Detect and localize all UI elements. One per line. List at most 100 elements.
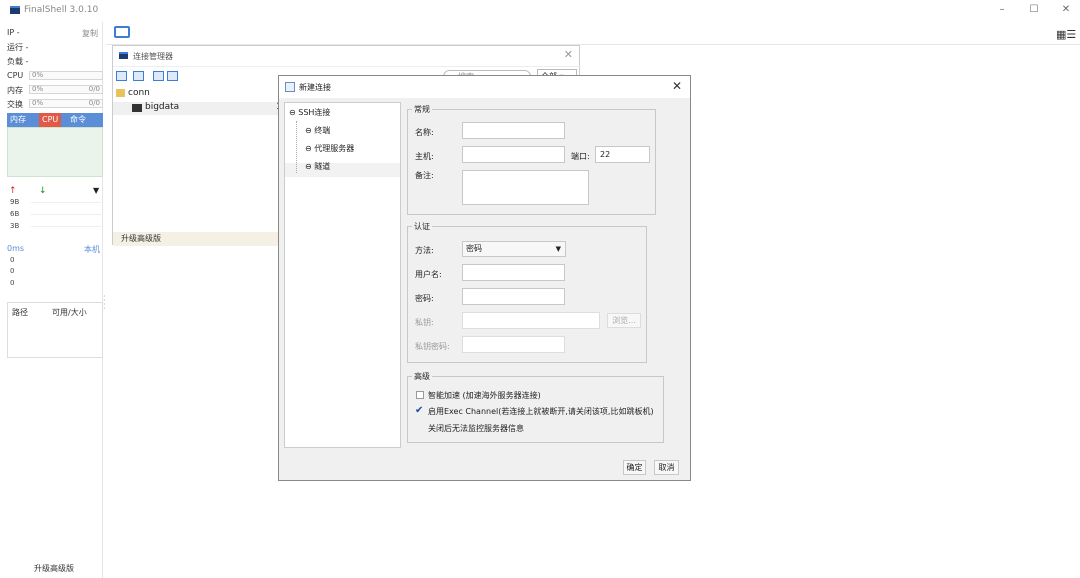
connection-manager-title: 连接管理器 <box>133 52 173 61</box>
new-connection-dialog: 新建连接 ✕ ⊖ SSH连接 ⊖ 终端 ⊖ 代理服务器 ⊖ 隧道 常规 名称: … <box>278 75 691 481</box>
new-connection-icon[interactable] <box>116 71 127 81</box>
collapse-all-icon[interactable] <box>153 71 164 81</box>
host-label: 主机: <box>415 152 434 161</box>
ping-tick: 0 <box>10 267 15 275</box>
method-label: 方法: <box>415 246 434 255</box>
tree-guide-line <box>296 121 297 173</box>
connection-manager-close-icon[interactable]: ✕ <box>564 48 573 61</box>
advanced-legend: 高级 <box>412 371 432 382</box>
tab-command[interactable]: 命令 <box>67 113 89 127</box>
sidebar-resize-handle[interactable]: · · · · <box>103 293 106 313</box>
advanced-section: 高级 智能加速 (加速海外服务器连接) ✔ 启用Exec Channel(若连接… <box>407 371 664 443</box>
mem-usage-bar: 0% 0/0 <box>29 85 103 94</box>
chevron-down-icon: ▼ <box>555 245 561 253</box>
private-key-label: 私钥: <box>415 318 434 327</box>
local-host-selector[interactable]: 本机 <box>84 244 100 255</box>
net-gridline <box>31 202 101 203</box>
tree-node-ssh[interactable]: ⊖ SSH连接 <box>289 107 330 118</box>
general-section: 常规 名称: 主机: 端口: 22 备注: <box>407 104 656 215</box>
network-dropdown-icon[interactable]: ▼ <box>93 186 99 195</box>
key-passphrase-label: 私钥密码: <box>415 342 450 351</box>
net-gridline <box>31 226 101 227</box>
ping-tick: 0 <box>10 256 15 264</box>
private-key-input[interactable] <box>462 312 600 329</box>
tree-selection-row <box>285 163 400 177</box>
tree-host-bigdata[interactable]: bigdata <box>145 102 179 112</box>
layout-grid-icon[interactable]: ▦☰ <box>1056 28 1076 41</box>
name-input[interactable] <box>462 122 565 139</box>
auth-legend: 认证 <box>412 221 432 232</box>
connection-manager-upgrade-link[interactable]: 升级高级版 <box>113 232 279 246</box>
maximize-button[interactable]: ☐ <box>1024 3 1044 17</box>
tree-node-proxy-label: 代理服务器 <box>314 144 355 153</box>
monitor-tabs: 内存 CPU 命令 <box>7 113 103 127</box>
swap-usage-value: 0% <box>32 99 44 107</box>
password-input[interactable] <box>462 288 565 305</box>
new-folder-icon[interactable] <box>133 71 144 81</box>
fs-header-path: 路径 <box>12 308 28 317</box>
load-label: 负载 - <box>7 57 29 66</box>
tab-memory[interactable]: 内存 <box>7 113 29 127</box>
swap-label: 交换 <box>7 100 23 109</box>
mem-usage-detail: 0/0 <box>88 85 100 93</box>
exec-channel-note: 关闭后无法监控服务器信息 <box>428 424 524 433</box>
general-legend: 常规 <box>412 104 432 115</box>
tree-node-tunnel[interactable]: ⊖ 隧道 <box>305 161 330 172</box>
fs-header-size: 可用/大小 <box>52 308 87 317</box>
mem-label: 内存 <box>7 86 23 95</box>
tab-cpu[interactable]: CPU <box>39 113 62 127</box>
note-label: 备注: <box>415 171 434 180</box>
mem-usage-value: 0% <box>32 85 44 93</box>
port-label: 端口: <box>571 152 590 161</box>
filesystem-table: 路径 可用/大小 <box>7 302 103 358</box>
minimize-button[interactable]: – <box>992 3 1012 17</box>
cpu-usage-value: 0% <box>32 71 44 79</box>
exec-channel-checkbox[interactable]: ✔ <box>415 406 423 416</box>
folder-icon <box>116 89 125 97</box>
dialog-app-icon <box>285 82 295 92</box>
host-input[interactable] <box>462 146 565 163</box>
cancel-button[interactable]: 取消 <box>654 460 679 475</box>
smart-accel-checkbox[interactable] <box>416 391 424 399</box>
app-logo-icon <box>10 6 20 14</box>
smart-accel-label: 智能加速 (加速海外服务器连接) <box>428 391 541 400</box>
auth-section: 认证 方法: 密码 ▼ 用户名: 密码: 私钥: 浏览... 私钥密码: <box>407 221 647 363</box>
uptime-label: 运行 - <box>7 43 29 52</box>
ok-button[interactable]: 确定 <box>623 460 646 475</box>
net-tick: 3B <box>10 222 20 230</box>
tree-folder-conn[interactable]: conn <box>128 88 150 98</box>
net-tick: 6B <box>10 210 20 218</box>
ping-tick: 0 <box>10 279 15 287</box>
app-title: FinalShell 3.0.10 <box>24 5 99 15</box>
password-label: 密码: <box>415 294 434 303</box>
cpu-label: CPU <box>7 71 24 80</box>
open-folder-icon[interactable] <box>114 26 130 38</box>
ip-label: IP - <box>7 28 20 37</box>
expand-all-icon[interactable] <box>167 71 178 81</box>
net-gridline <box>31 214 101 215</box>
upload-arrow-icon: ↑ <box>9 186 17 196</box>
note-textarea[interactable] <box>462 170 589 205</box>
auth-method-value: 密码 <box>466 244 482 253</box>
tree-node-tunnel-label: 隧道 <box>314 162 331 171</box>
tree-node-terminal[interactable]: ⊖ 终端 <box>305 125 330 136</box>
terminal-icon <box>132 104 142 112</box>
username-input[interactable] <box>462 264 565 281</box>
cpu-usage-bar: 0% <box>29 71 103 80</box>
net-tick: 9B <box>10 198 20 206</box>
copy-button[interactable]: 复制 <box>82 28 98 39</box>
tree-node-proxy[interactable]: ⊖ 代理服务器 <box>305 143 354 154</box>
dialog-title-bar: 新建连接 ✕ <box>279 76 690 98</box>
auth-method-select[interactable]: 密码 ▼ <box>462 241 566 257</box>
port-input[interactable]: 22 <box>595 146 650 163</box>
dialog-title: 新建连接 <box>299 83 331 92</box>
upgrade-link[interactable]: 升级高级版 <box>34 563 74 574</box>
swap-usage-detail: 0/0 <box>88 99 100 107</box>
browse-key-button[interactable]: 浏览... <box>607 313 641 328</box>
close-button[interactable]: ✕ <box>1056 3 1076 17</box>
status-sidebar: IP - 复制 运行 - 负载 - CPU 0% 内存 0% 0/0 交换 0% 0… <box>5 22 103 578</box>
dialog-close-icon[interactable]: ✕ <box>672 79 682 93</box>
key-passphrase-input[interactable] <box>462 336 565 353</box>
title-bar: FinalShell 3.0.10 – ☐ ✕ <box>0 0 1080 21</box>
download-arrow-icon: ↓ <box>39 186 47 196</box>
